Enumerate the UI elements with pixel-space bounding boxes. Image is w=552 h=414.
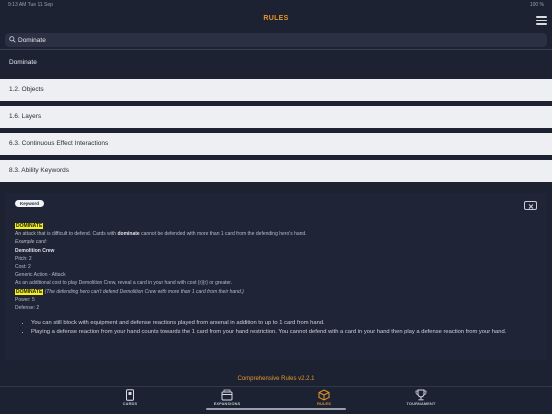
tab-rules[interactable]: RULES — [294, 389, 354, 406]
tab-expansions[interactable]: EXPANSIONS — [197, 389, 257, 406]
cards-icon — [126, 389, 134, 401]
result-label: 1.6. Layers — [9, 113, 42, 120]
close-icon — [528, 203, 534, 209]
tab-label: TOURNAMENT — [406, 402, 436, 406]
card-cost: Cost: 2 — [15, 264, 31, 271]
result-continuous-effect[interactable]: 6.3. Continuous Effect Interactions — [0, 133, 552, 155]
result-label: Dominate — [9, 59, 37, 66]
tab-cards[interactable]: CARDS — [100, 389, 160, 406]
example-label: Example card: — [15, 239, 47, 246]
result-label: 6.3. Continuous Effect Interactions — [9, 140, 109, 147]
result-dominate[interactable]: Dominate — [0, 52, 552, 74]
search-icon — [9, 36, 16, 43]
keyword-badge: Keyword — [15, 200, 45, 207]
list-item: You can still block with equipment and d… — [31, 319, 531, 328]
card-pitch: Pitch: 2 — [15, 255, 32, 262]
list-item: Playing a defense reaction from your han… — [31, 328, 531, 337]
tab-label: CARDS — [122, 402, 138, 406]
ruling-list: You can still block with equipment and d… — [21, 319, 531, 336]
rules-icon — [318, 389, 330, 401]
card-keyword-line: DOMINATE (The defending hero can't defen… — [15, 288, 244, 295]
keyword-title: DOMINATE — [15, 223, 44, 229]
page-title: RULES — [263, 15, 289, 22]
result-label: 8.3. Ability Keywords — [9, 167, 69, 174]
card-type: Generic Action - Attack — [15, 272, 66, 279]
tab-label: RULES — [317, 402, 331, 406]
divider — [0, 49, 552, 50]
card-power: Power: 5 — [15, 296, 35, 303]
result-layers[interactable]: 1.6. Layers — [0, 106, 552, 128]
result-objects[interactable]: 1.2. Objects — [0, 79, 552, 101]
rules-version: Comprehensive Rules v2.2.1 — [237, 376, 315, 382]
tab-tournament[interactable]: TOURNAMENT — [391, 389, 451, 406]
card-defense: Defense: 2 — [15, 305, 40, 312]
keyword-detail-panel: Keyword DOMINATE An attack that is diffi… — [5, 193, 547, 360]
result-label: 1.2. Objects — [9, 86, 44, 93]
status-battery: 100 % — [529, 2, 544, 8]
trophy-icon — [415, 389, 427, 401]
close-button[interactable] — [524, 201, 537, 210]
menu-icon[interactable] — [536, 16, 547, 25]
tab-label: EXPANSIONS — [213, 402, 241, 406]
nav-bar: RULES — [0, 10, 552, 30]
card-name: Demolition Crew — [15, 247, 55, 254]
search-input[interactable] — [18, 34, 538, 46]
keyword-definition: An attack that is difficult to defend. C… — [15, 231, 307, 238]
keyword-body: DOMINATE An attack that is difficult to … — [15, 222, 535, 312]
box-icon — [221, 389, 233, 401]
status-time: 9:13 AM Tue 11 Sep — [8, 2, 53, 8]
result-ability-keywords[interactable]: 8.3. Ability Keywords — [0, 160, 552, 182]
card-text: As an additional cost to play Demolition… — [15, 280, 233, 287]
status-bar: 9:13 AM Tue 11 Sep 100 % — [0, 0, 552, 10]
home-indicator[interactable] — [206, 408, 346, 410]
search-bar[interactable] — [5, 33, 547, 47]
